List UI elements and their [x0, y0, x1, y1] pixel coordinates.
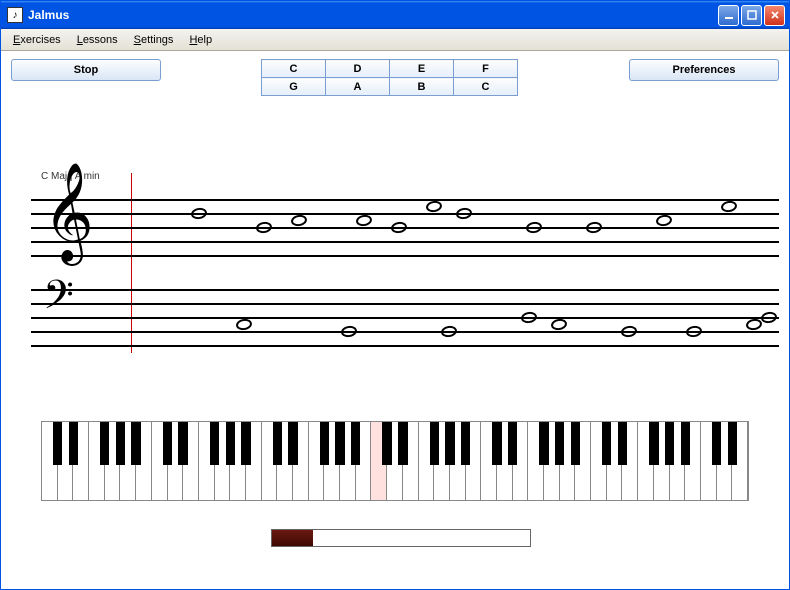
note-button-d[interactable]: D	[326, 60, 390, 78]
music-note	[550, 318, 568, 332]
music-note	[720, 200, 738, 214]
piano-black-key[interactable]	[571, 422, 580, 465]
window-controls	[718, 5, 785, 26]
music-note	[685, 325, 703, 339]
music-note	[520, 311, 538, 325]
piano-black-key[interactable]	[335, 422, 344, 465]
piano-black-key[interactable]	[430, 422, 439, 465]
note-button-g[interactable]: G	[262, 78, 326, 96]
piano-black-key[interactable]	[681, 422, 690, 465]
music-note	[455, 207, 473, 221]
progress-fill	[272, 530, 313, 546]
music-note	[425, 200, 443, 214]
app-icon: ♪	[7, 7, 23, 23]
menu-settings[interactable]: Settings	[126, 32, 182, 48]
piano-black-key[interactable]	[382, 422, 391, 465]
piano-black-key[interactable]	[492, 422, 501, 465]
piano-black-key[interactable]	[445, 422, 454, 465]
piano-black-key[interactable]	[273, 422, 282, 465]
minimize-icon	[724, 10, 734, 20]
piano-black-key[interactable]	[351, 422, 360, 465]
piano-black-key[interactable]	[226, 422, 235, 465]
treble-clef-icon: 𝄞	[43, 162, 94, 264]
music-note	[760, 311, 778, 325]
treble-staff: 𝄞	[31, 199, 779, 255]
piano-black-key[interactable]	[210, 422, 219, 465]
music-score: C Maj | A min 𝄞 𝄢	[31, 181, 779, 371]
note-button-c[interactable]: C	[454, 78, 518, 96]
maximize-icon	[747, 10, 757, 20]
window-title: Jalmus	[28, 8, 718, 22]
music-note	[655, 214, 673, 228]
minimize-button[interactable]	[718, 5, 739, 26]
music-note	[190, 207, 208, 221]
piano-black-key[interactable]	[163, 422, 172, 465]
piano-black-key[interactable]	[131, 422, 140, 465]
note-button-c[interactable]: C	[262, 60, 326, 78]
music-note	[390, 221, 408, 235]
note-button-b[interactable]: B	[390, 78, 454, 96]
music-note	[255, 221, 273, 235]
music-note	[440, 325, 458, 339]
music-note	[525, 221, 543, 235]
piano-black-key[interactable]	[649, 422, 658, 465]
piano-black-key[interactable]	[116, 422, 125, 465]
music-note	[340, 325, 358, 339]
piano-black-key[interactable]	[100, 422, 109, 465]
piano-black-key[interactable]	[178, 422, 187, 465]
piano-black-key[interactable]	[461, 422, 470, 465]
piano-black-key[interactable]	[69, 422, 78, 465]
note-button-a[interactable]: A	[326, 78, 390, 96]
piano-black-key[interactable]	[555, 422, 564, 465]
menubar: Exercises Lessons Settings Help	[1, 29, 789, 51]
note-button-f[interactable]: F	[454, 60, 518, 78]
music-note	[585, 221, 603, 235]
piano-black-key[interactable]	[398, 422, 407, 465]
close-button[interactable]	[764, 5, 785, 26]
piano-keyboard	[41, 421, 749, 501]
music-note	[620, 325, 638, 339]
music-note	[235, 318, 253, 332]
bass-staff: 𝄢	[31, 289, 779, 345]
stop-button[interactable]: Stop	[11, 59, 161, 81]
piano-black-key[interactable]	[618, 422, 627, 465]
music-note	[290, 214, 308, 228]
piano-black-key[interactable]	[288, 422, 297, 465]
piano-black-key[interactable]	[665, 422, 674, 465]
preferences-button[interactable]: Preferences	[629, 59, 779, 81]
piano-black-key[interactable]	[728, 422, 737, 465]
piano-black-key[interactable]	[508, 422, 517, 465]
titlebar: ♪ Jalmus	[1, 1, 789, 29]
piano-black-key[interactable]	[712, 422, 721, 465]
music-note	[745, 318, 763, 332]
content-area: Stop CDEF GABC Preferences C Maj | A min…	[1, 51, 789, 589]
app-window: ♪ Jalmus Exercises Lessons Settings Help…	[0, 0, 790, 590]
progress-bar	[271, 529, 531, 547]
close-icon	[770, 10, 780, 20]
bass-clef-icon: 𝄢	[43, 273, 74, 329]
piano-black-key[interactable]	[320, 422, 329, 465]
music-note	[355, 214, 373, 228]
menu-exercises[interactable]: Exercises	[5, 32, 69, 48]
note-button-e[interactable]: E	[390, 60, 454, 78]
top-controls: Stop CDEF GABC Preferences	[11, 59, 779, 96]
menu-lessons[interactable]: Lessons	[69, 32, 126, 48]
maximize-button[interactable]	[741, 5, 762, 26]
piano-black-key[interactable]	[539, 422, 548, 465]
piano-black-key[interactable]	[53, 422, 62, 465]
menu-help[interactable]: Help	[181, 32, 220, 48]
piano-black-key[interactable]	[602, 422, 611, 465]
piano-black-key[interactable]	[241, 422, 250, 465]
note-button-grid: CDEF GABC	[261, 59, 518, 96]
